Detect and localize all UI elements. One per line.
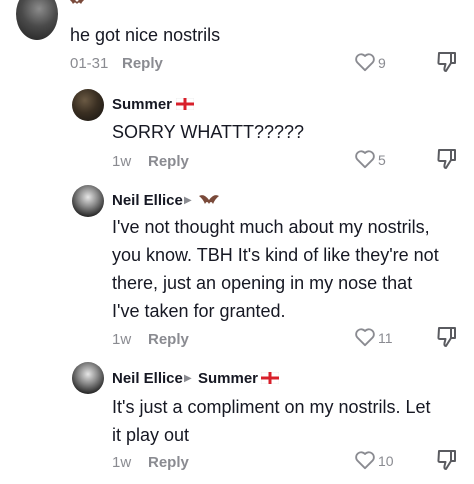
comment-text-line: it play out — [112, 425, 190, 445]
england-flag-icon — [176, 98, 194, 110]
like-count: 10 — [378, 453, 394, 469]
neil-ellice-avatar[interactable] — [72, 185, 104, 217]
bat-emoji-icon — [199, 195, 219, 204]
comment-text: SORRY WHATTT????? — [112, 122, 305, 142]
comment-author[interactable]: Neil Ellice — [112, 192, 183, 209]
reply-arrow-icon: ▶ — [184, 195, 192, 206]
comment-date: 01-31 — [70, 55, 109, 72]
comment-author[interactable]: Neil Ellice — [112, 370, 183, 387]
comment-text-line: you know. TBH It's kind of like they're … — [112, 245, 439, 265]
reply-to-user[interactable]: Summer — [198, 370, 258, 387]
summer-avatar[interactable] — [72, 89, 104, 121]
comment-text-line: there, just an opening in my nose that — [112, 273, 413, 293]
comment-date: 1w — [112, 331, 132, 348]
england-flag-icon — [261, 372, 279, 384]
comment-text: he got nice nostrils — [70, 25, 221, 45]
thumbs-down-icon[interactable] — [437, 449, 457, 471]
comment-date: 1w — [112, 153, 132, 170]
commenter-avatar[interactable] — [16, 0, 58, 40]
like-count: 9 — [378, 55, 386, 71]
comment-author[interactable]: Summer — [112, 96, 172, 113]
thumbs-down-icon[interactable] — [437, 148, 457, 170]
like-count: 11 — [378, 330, 393, 346]
comment-text-line: I've taken for granted. — [112, 301, 286, 321]
heart-outline-icon[interactable] — [354, 327, 376, 347]
comment-text-line: I've not thought much about my nostrils, — [112, 217, 430, 237]
reply-button[interactable]: Reply — [148, 454, 189, 471]
reply-button[interactable]: Reply — [148, 153, 189, 170]
like-count: 5 — [378, 152, 386, 168]
reply-arrow-icon: ▶ — [184, 373, 192, 384]
reply-button[interactable]: Reply — [148, 331, 189, 348]
bat-emoji-icon — [69, 0, 85, 4]
heart-outline-icon[interactable] — [354, 52, 376, 72]
heart-outline-icon[interactable] — [354, 149, 376, 169]
neil-ellice-avatar[interactable] — [72, 362, 104, 394]
thumbs-down-icon[interactable] — [437, 326, 457, 348]
heart-outline-icon[interactable] — [354, 450, 376, 470]
comment-date: 1w — [112, 454, 132, 471]
reply-button[interactable]: Reply — [122, 55, 163, 72]
comment-text-line: It's just a compliment on my nostrils. L… — [112, 397, 431, 417]
thumbs-down-icon[interactable] — [437, 51, 457, 73]
